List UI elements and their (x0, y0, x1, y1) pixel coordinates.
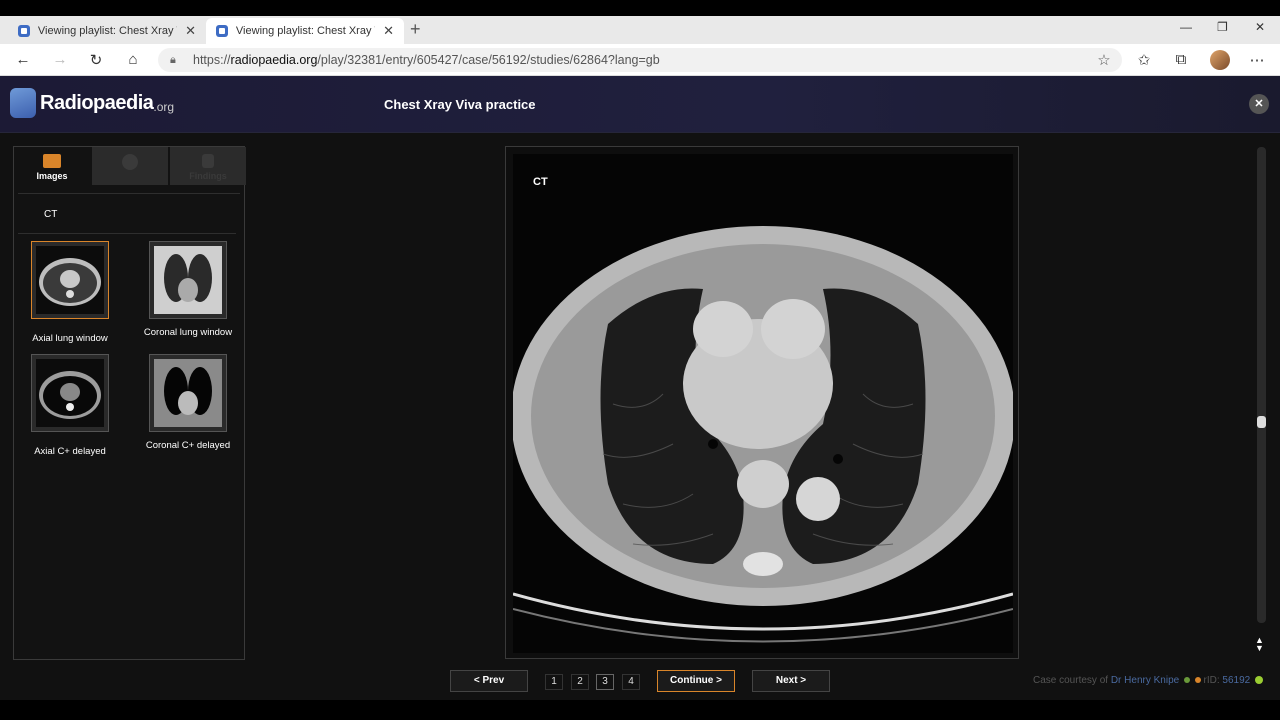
tab-findings-label: Findings (189, 171, 227, 181)
new-tab-icon[interactable]: + (410, 19, 421, 40)
credit-prefix: Case courtesy of (1033, 675, 1109, 686)
page-3-button[interactable]: 3 (596, 674, 614, 690)
viewer-area: Images Findings CT Axial lung window Cor… (0, 133, 1280, 700)
continue-button[interactable]: Continue > (657, 670, 735, 692)
close-tab-icon[interactable]: ✕ (185, 23, 196, 39)
minimize-icon[interactable]: — (1180, 20, 1192, 34)
browser-tab-strip: Viewing playlist: Chest Xray Viva ✕ View… (0, 16, 1280, 44)
logo-name: Radiopaedia (40, 91, 154, 114)
page-2-button[interactable]: 2 (571, 674, 589, 690)
lock-icon: 🔒︎ (170, 54, 176, 66)
address-bar-row: ← → ↻ ⌂ 🔒︎ https://radiopaedia.org/play/… (0, 44, 1280, 76)
ct-thumbnail-image (36, 246, 104, 314)
app-header: Radiopaedia .org Chest Xray Viva practic… (0, 76, 1280, 133)
series-label: Coronal lung window (143, 327, 233, 338)
viewer-modality-label: CT (533, 176, 548, 188)
radiopaedia-logo[interactable]: Radiopaedia .org (10, 88, 174, 118)
tab-title: Viewing playlist: Chest Xray Viva (37, 25, 177, 37)
close-tab-icon[interactable]: ✕ (383, 23, 394, 39)
series-label: Axial lung window (32, 333, 108, 344)
status-dot-icon (1183, 677, 1190, 684)
screen: Viewing playlist: Chest Xray Viva ✕ View… (0, 0, 1280, 720)
stack-scrollbar[interactable] (1257, 147, 1266, 623)
radiopaedia-favicon-icon (18, 25, 30, 37)
forward-icon[interactable]: → (50, 51, 70, 68)
tab-presentation[interactable] (92, 147, 168, 185)
logo-suffix: .org (153, 100, 175, 114)
collections-icon[interactable]: ⧉ (1171, 51, 1191, 68)
ct-thumbnail-image (36, 359, 104, 427)
tab-title: Viewing playlist: Chest Xray Viva (235, 25, 375, 37)
case-side-panel: Images Findings CT Axial lung window Cor… (13, 146, 246, 660)
status-dot-icon (1255, 676, 1264, 685)
rid-label: rID: (1203, 675, 1220, 686)
modality-heading: CT (44, 209, 58, 220)
close-window-icon[interactable]: ✕ (1255, 20, 1265, 34)
radiopaedia-favicon-icon (216, 25, 228, 37)
series-label: Axial C+ delayed (34, 446, 106, 457)
case-credit: Case courtesy of Dr Henry Knipe rID: 561… (1033, 675, 1264, 686)
rid-link[interactable]: 56192 (1222, 675, 1250, 686)
profile-avatar[interactable] (1210, 50, 1230, 70)
divider (18, 233, 236, 234)
playlist-title: Chest Xray Viva practice (384, 97, 536, 112)
restore-icon[interactable]: ❐ (1217, 20, 1228, 34)
image-viewer[interactable]: CT (505, 146, 1019, 659)
favorites-icon[interactable]: ✩ (1134, 51, 1154, 69)
ct-thumbnail-image (154, 359, 222, 427)
refresh-icon[interactable]: ↻ (86, 51, 106, 69)
favorite-star-icon[interactable]: ☆ (1094, 51, 1114, 69)
url-prefix: https:// (193, 53, 231, 67)
ct-thumbnail-image (154, 246, 222, 314)
divider (18, 193, 240, 194)
tab-images-label: Images (36, 171, 68, 181)
series-thumbnail-axial-lung[interactable] (31, 241, 109, 319)
tab-images[interactable]: Images (14, 147, 90, 185)
url-path: /play/32381/entry/605427/case/56192/stud… (317, 53, 660, 67)
question-icon (122, 154, 138, 170)
series-label: Coronal C+ delayed (145, 440, 231, 451)
stack-scroll-handle[interactable] (1257, 416, 1266, 428)
ct-scan-image[interactable]: CT (513, 154, 1013, 653)
author-link[interactable]: Dr Henry Knipe (1111, 675, 1179, 686)
page-1-button[interactable]: 1 (545, 674, 563, 690)
prev-button[interactable]: < Prev (450, 670, 528, 692)
url-domain: radiopaedia.org (230, 53, 318, 67)
scroll-arrows-icon[interactable]: ▲ ▼ (1255, 636, 1264, 653)
radiopaedia-logo-icon (10, 88, 36, 118)
tab-findings[interactable]: Findings (170, 147, 246, 185)
back-icon[interactable]: ← (13, 51, 33, 68)
url-field[interactable]: 🔒︎ https://radiopaedia.org/play/32381/en… (158, 48, 1122, 72)
browser-tab-active[interactable]: Viewing playlist: Chest Xray Viva ✕ (206, 18, 404, 44)
series-thumbnail-coronal-delayed[interactable] (149, 354, 227, 432)
status-dot-icon (1194, 677, 1201, 684)
image-icon (43, 154, 61, 168)
close-viewer-button[interactable]: ✕ (1249, 94, 1269, 114)
clipboard-icon (202, 154, 214, 168)
browser-tab[interactable]: Viewing playlist: Chest Xray Viva ✕ (8, 18, 206, 44)
next-button[interactable]: Next > (752, 670, 830, 692)
more-menu-icon[interactable]: ⋯ (1247, 51, 1267, 69)
home-icon[interactable]: ⌂ (123, 51, 143, 68)
series-thumbnail-axial-delayed[interactable] (31, 354, 109, 432)
series-thumbnail-coronal-lung[interactable] (149, 241, 227, 319)
page-4-button[interactable]: 4 (622, 674, 640, 690)
bottom-bar (0, 700, 1280, 720)
